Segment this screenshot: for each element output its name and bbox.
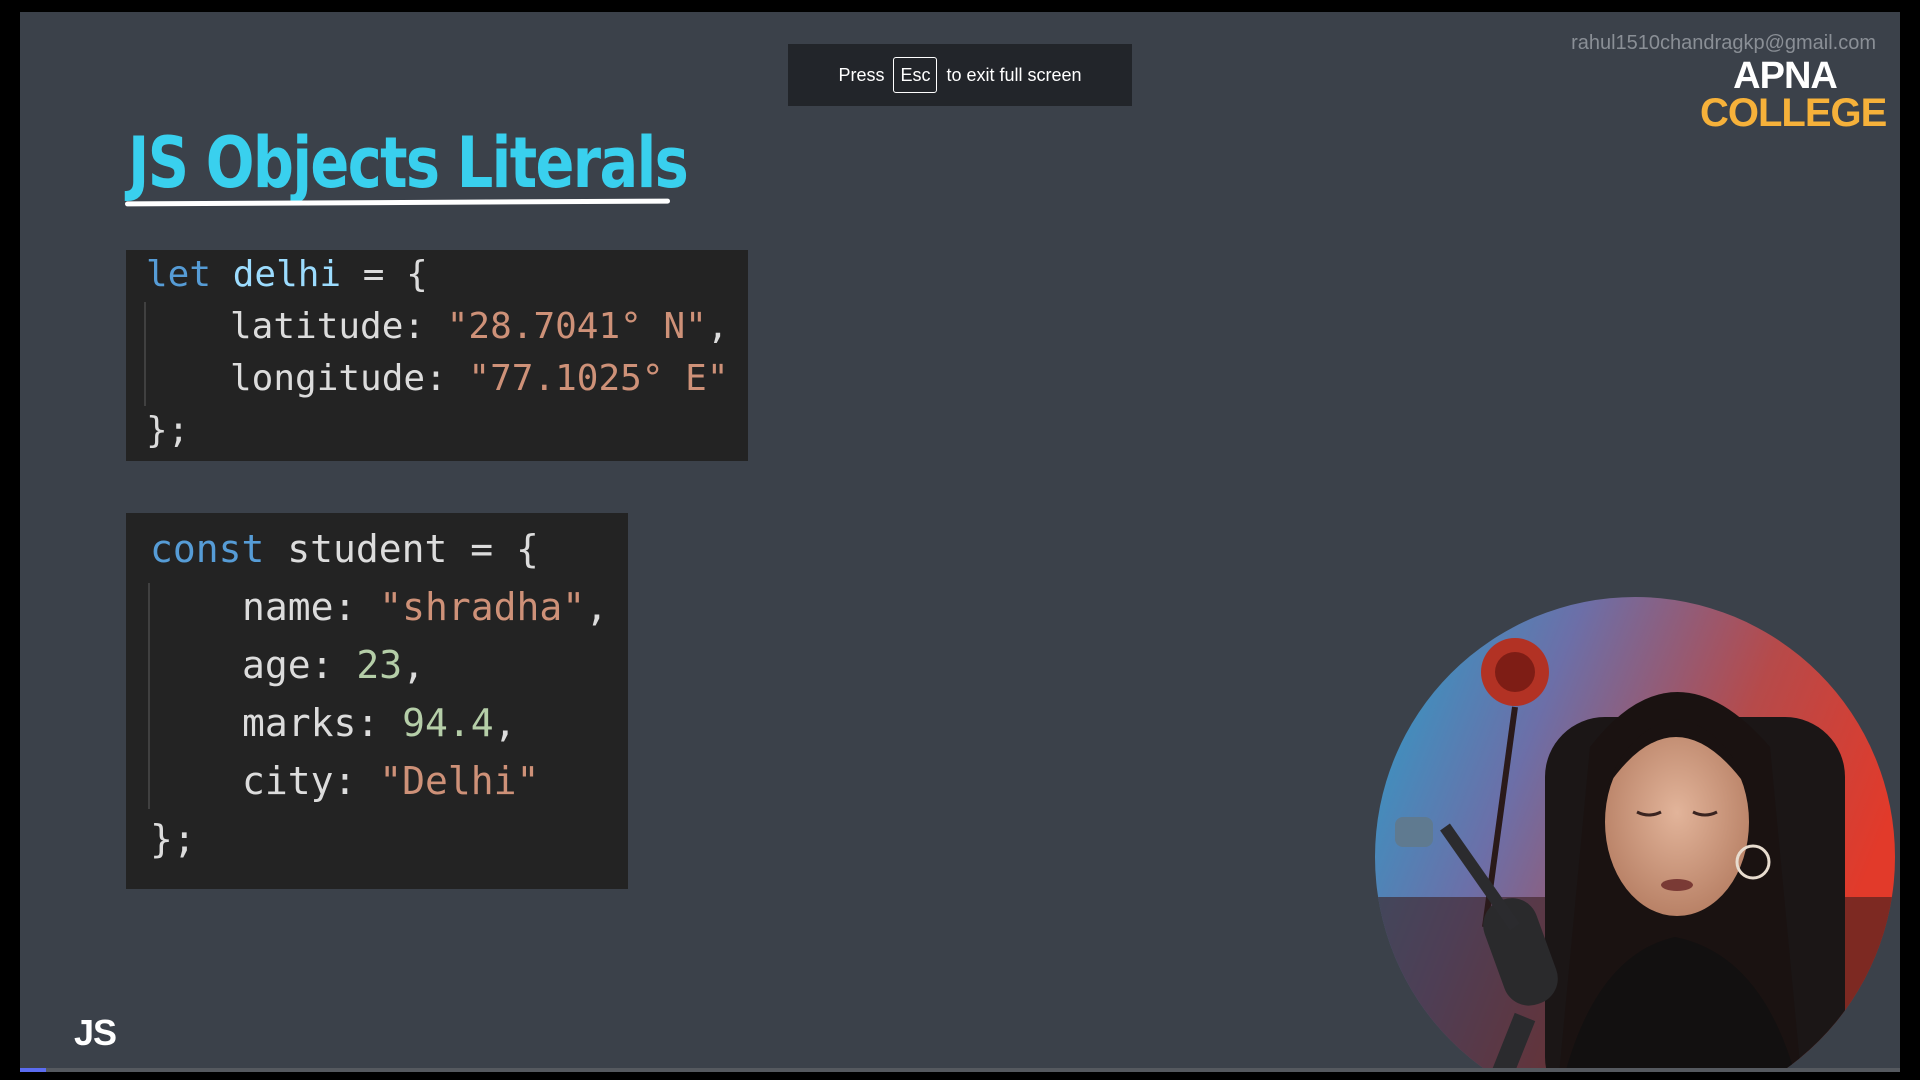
number-value: 23 [356,643,403,687]
indent-guide [144,302,146,406]
code-block-delhi: let delhi = { latitude: "28.7041° N", lo… [126,250,748,461]
fullscreen-exit-notice: Press Esc to exit full screen [788,44,1132,106]
code-line: marks: 94.4, [242,701,517,745]
apna-college-logo: APNA COLLEGE [1700,55,1887,136]
code-text: student = { [264,527,539,571]
code-text: , [402,643,426,687]
variable-name: delhi [232,254,342,295]
string-value: "28.7041° N" [446,306,707,347]
press-label: Press [838,64,885,85]
code-text: , [493,701,517,745]
logo-line-1: APNA [1733,55,1838,97]
code-text: }; [150,817,196,861]
code-line: }; [146,410,189,451]
code-line: name: "shradha", [242,585,608,629]
code-text: = { [341,254,428,295]
keyword: const [150,527,265,571]
logo-line-2: COLLEGE [1700,91,1887,136]
property-key: name: [242,585,380,629]
string-value: "77.1025° E" [468,358,729,399]
property-key: longitude: [230,358,469,399]
string-value: "shradha" [379,585,586,629]
video-progress-bar[interactable] [20,1068,1900,1072]
code-line: city: "Delhi" [242,759,539,803]
code-line: age: 23, [242,643,425,687]
property-key: city: [242,759,380,803]
code-text: }; [146,410,190,451]
code-line: longitude: "77.1025° E" [230,358,729,399]
number-value: 94.4 [402,701,494,745]
slide-title: JS Objects Literals [128,122,689,204]
keyword: let [146,254,212,295]
video-frame: JS Objects Literals let delhi = { latitu… [20,12,1900,1072]
code-line: }; [150,817,196,861]
presenter-video-image [1375,597,1895,1072]
property-key: latitude: [230,306,447,347]
code-line: latitude: "28.7041° N", [230,306,729,347]
presenter-webcam [1375,597,1895,1072]
watermark-email: rahul1510chandragkp@gmail.com [1571,32,1876,54]
exit-label: to exit full screen [946,64,1082,85]
code-text: , [706,306,729,347]
code-text: , [585,585,609,629]
esc-key: Esc [893,57,938,93]
string-value: "Delhi" [379,759,540,803]
js-corner-label: JS [74,1012,117,1053]
indent-guide [148,583,150,809]
code-line: let delhi = { [146,254,428,295]
property-key: age: [242,643,357,687]
code-line: const student = { [150,527,539,571]
progress-fill [20,1068,47,1072]
code-block-student: const student = { name: "shradha", age: … [126,513,628,889]
property-key: marks: [242,701,403,745]
